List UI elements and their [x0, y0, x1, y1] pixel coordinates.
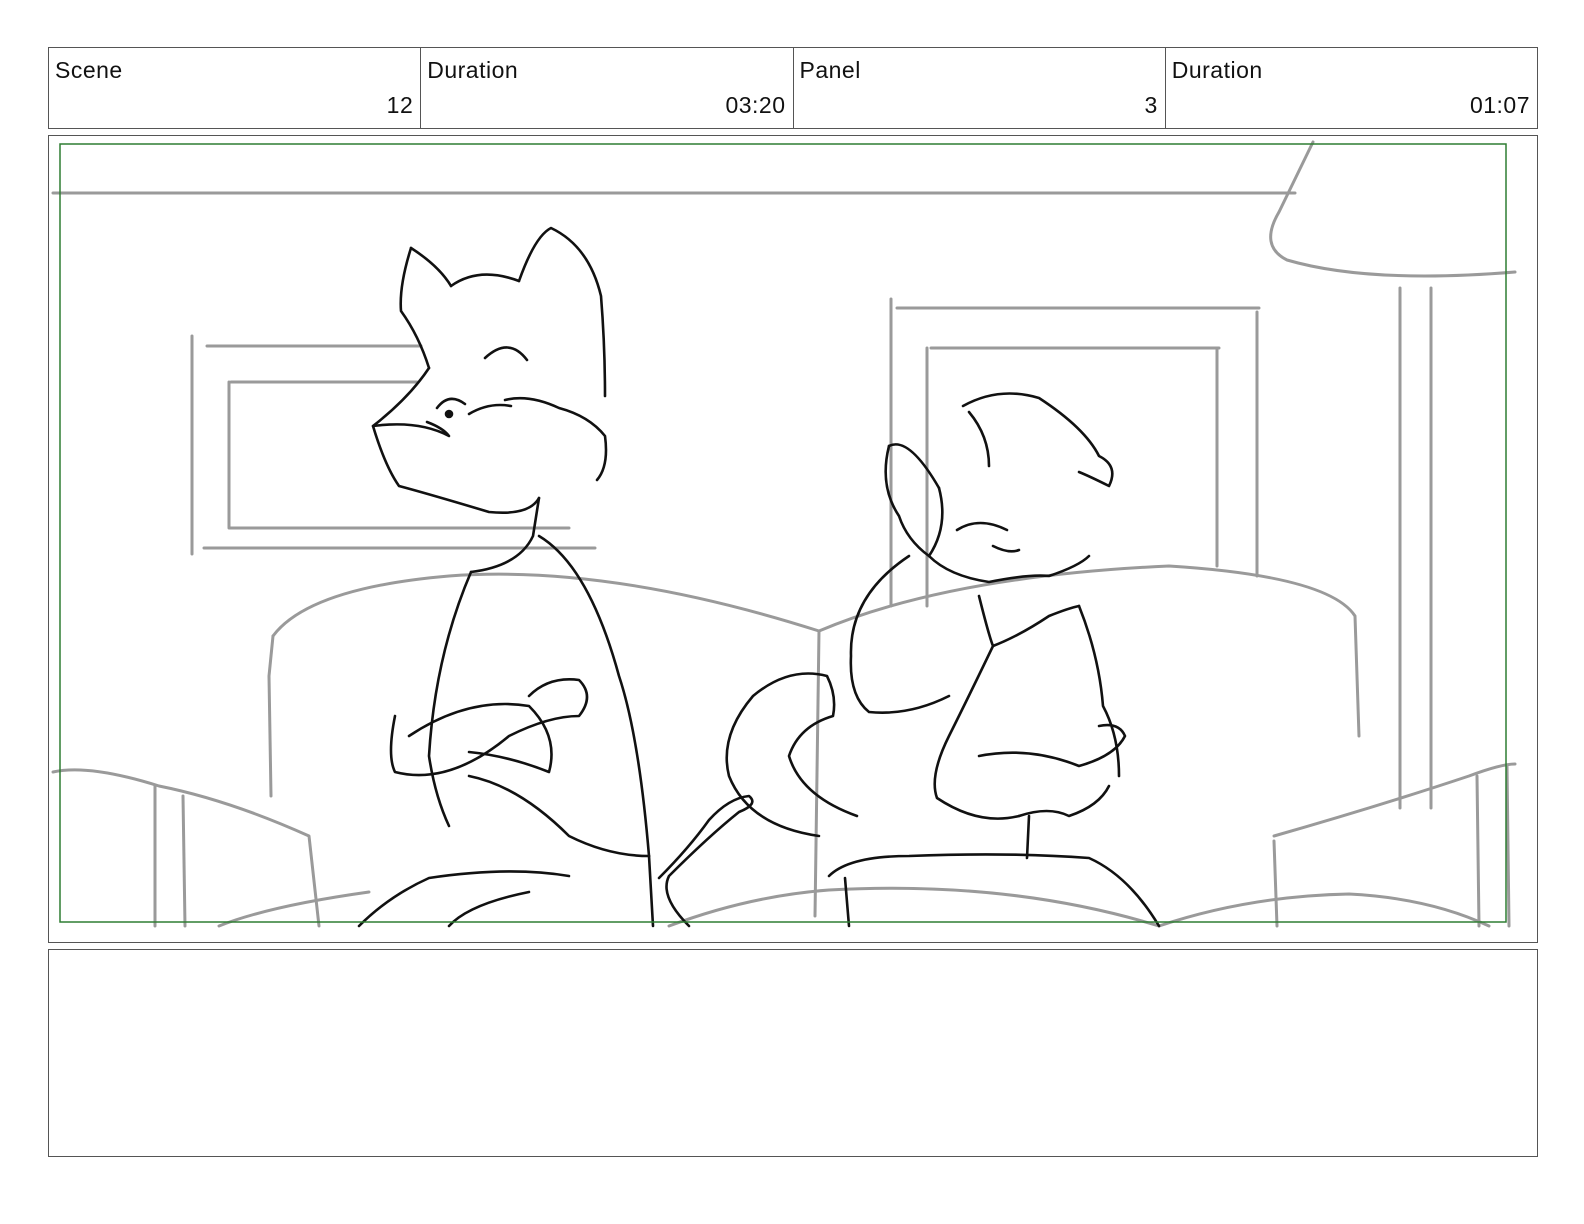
panel-label: Panel	[799, 57, 861, 83]
right-eyes	[955, 521, 1009, 532]
lamp-pole	[1398, 286, 1433, 810]
left-armrest-front	[153, 784, 187, 928]
panel-drawing	[51, 140, 1517, 928]
middle-tail-upper	[725, 672, 859, 838]
panel-cell: Panel 3	[794, 48, 1166, 128]
storyboard-panel[interactable]	[48, 135, 1538, 943]
left-cheek-fur	[503, 396, 608, 482]
panel-duration-value[interactable]: 01:07	[1470, 92, 1530, 119]
right-face	[927, 486, 1091, 584]
panel-duration-label: Duration	[1171, 57, 1263, 83]
right-cushion	[1157, 892, 1491, 928]
scene-duration-cell: Duration 03:20	[421, 48, 794, 128]
right-character	[827, 392, 1161, 928]
scene-cell: Scene 12	[49, 48, 422, 128]
left-brow	[483, 346, 529, 362]
lamp-shade	[1269, 140, 1517, 278]
background-sketch	[51, 140, 1517, 928]
sofa-left-side	[267, 634, 275, 798]
right-armrest-front	[1272, 764, 1511, 928]
panel-duration-cell: Duration 01:07	[1166, 48, 1537, 128]
sofa-back-left	[271, 572, 821, 638]
right-mouth	[991, 544, 1021, 553]
left-ear-right	[517, 226, 607, 398]
right-frame-outer	[889, 297, 1261, 608]
left-body-left	[427, 570, 473, 828]
scene-duration-value[interactable]: 03:20	[725, 92, 785, 119]
left-ear-left	[399, 246, 431, 370]
left-leg	[357, 870, 571, 928]
right-body-left	[933, 644, 1021, 820]
right-collar	[977, 594, 1081, 648]
scene-duration-label: Duration	[427, 57, 519, 83]
scene-number[interactable]: 12	[387, 92, 414, 119]
right-hair-back	[849, 554, 951, 714]
middle-cushion	[667, 886, 1161, 928]
scene-label: Scene	[55, 57, 123, 83]
right-arms-crossed	[977, 723, 1127, 768]
left-muzzle	[371, 366, 541, 514]
panel-number[interactable]: 3	[1144, 92, 1157, 119]
left-cushion	[217, 890, 371, 928]
left-character	[357, 226, 655, 928]
middle-tail-lower	[657, 794, 754, 928]
panel-notes[interactable]	[48, 949, 1538, 1157]
left-lower-body	[467, 774, 651, 858]
left-arms-crossed	[389, 678, 589, 777]
right-legs	[827, 853, 1161, 928]
storyboard-header: Scene 12 Duration 03:20 Panel 3 Duration…	[48, 47, 1538, 129]
